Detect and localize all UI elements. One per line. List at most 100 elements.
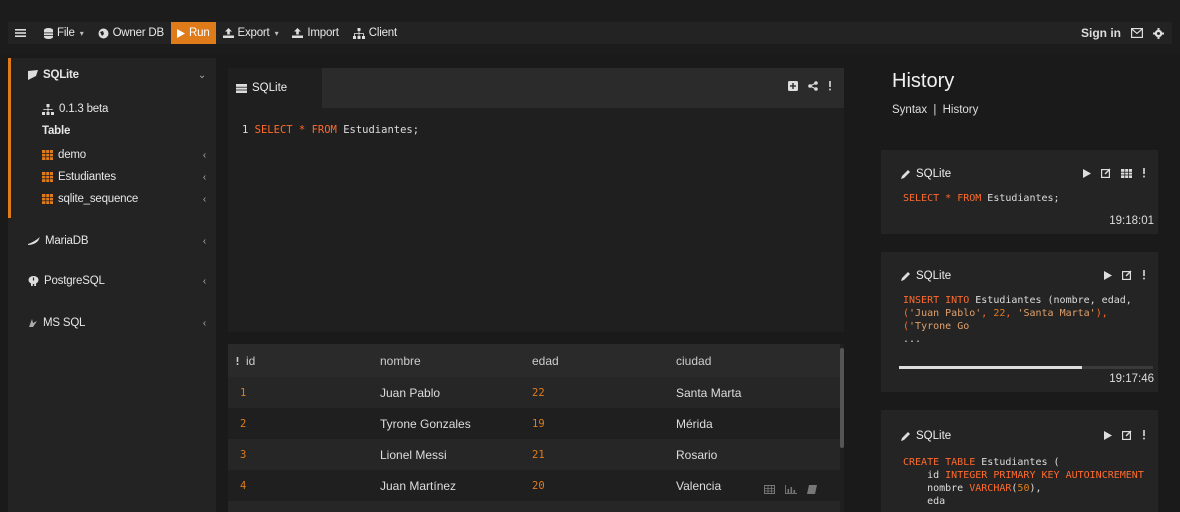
cell-id: 3 <box>240 448 247 461</box>
history-card-scrollbar[interactable] <box>899 366 1082 369</box>
cell-ciudad: Rosario <box>676 447 718 462</box>
table-row[interactable]: 4 Juan Martínez 20 Valencia <box>228 470 840 501</box>
chevron-left-icon: ‹ <box>202 275 206 287</box>
run-button[interactable]: Run <box>171 22 216 44</box>
book-view-icon[interactable] <box>807 485 817 494</box>
table-heading: Table <box>8 122 216 140</box>
cell-id: 1 <box>240 386 247 399</box>
sidebar-item-mssql[interactable]: MS SQL ‹ <box>8 314 216 332</box>
history-card[interactable]: SQLite SELECT * FROM Estudiantes; 19:18:… <box>881 150 1158 234</box>
history-card-code: INSERT INTO Estudiantes (nombre, edad, (… <box>903 295 1138 345</box>
sidebar-item-label: SQLite <box>43 69 79 81</box>
file-menu[interactable]: File ▾ <box>37 22 91 44</box>
table-icon <box>42 150 53 160</box>
tab-sqlite[interactable]: SQLite <box>228 68 322 108</box>
sidebar: SQLite ⌄ 0.1.3 beta Table demo ‹ Estudia… <box>8 58 216 512</box>
table-row[interactable]: 1 Juan Pablo 22 Santa Marta <box>228 377 840 408</box>
sidebar-item-label: sqlite_sequence <box>58 193 139 205</box>
add-tab-icon[interactable] <box>788 81 798 91</box>
more-vertical-icon[interactable] <box>828 81 832 91</box>
history-title: History <box>892 70 955 92</box>
share-icon[interactable] <box>808 81 818 91</box>
edit-icon[interactable] <box>1101 168 1111 178</box>
history-card-code: CREATE TABLE Estudiantes ( id INTEGER PR… <box>903 457 1144 507</box>
version-info: 0.1.3 beta <box>8 100 216 118</box>
cell-edad: 21 <box>532 448 545 461</box>
pencil-icon <box>901 432 910 441</box>
play-icon[interactable] <box>1104 270 1112 280</box>
sidebar-item-sqlite-sequence[interactable]: sqlite_sequence ‹ <box>8 190 216 208</box>
history-nav: Syntax | History <box>892 104 978 116</box>
table-row[interactable]: 3 Lionel Messi 21 Rosario <box>228 439 840 470</box>
owner-db-label: Owner DB <box>112 27 165 39</box>
cell-edad: 20 <box>532 479 545 492</box>
version-label: 0.1.3 beta <box>59 103 109 115</box>
chevron-down-icon: ⌄ <box>197 69 206 81</box>
syntax-link[interactable]: Syntax <box>892 104 927 116</box>
gear-icon[interactable] <box>1153 27 1164 39</box>
column-header-edad[interactable]: edad <box>532 344 559 377</box>
cell-nombre: Juan Martínez <box>380 478 457 493</box>
column-header-nombre[interactable]: nombre <box>380 344 421 377</box>
cell-ciudad: Valencia <box>676 478 722 493</box>
results-scrollbar[interactable] <box>840 348 844 448</box>
grid-icon[interactable] <box>1121 168 1132 178</box>
play-icon <box>177 28 186 38</box>
more-vertical-icon[interactable] <box>1142 168 1146 178</box>
top-bar: File ▾ Owner DB Run Export ▾ Import Clie… <box>0 0 1180 55</box>
table-row[interactable]: 2 Tyrone Gonzales 19 Mérida <box>228 408 840 439</box>
cell-nombre: Tyrone Gonzales <box>380 416 471 431</box>
database-icon <box>44 27 53 39</box>
sidebar-item-mariadb[interactable]: MariaDB ‹ <box>8 232 216 250</box>
client-button[interactable]: Client <box>346 22 404 44</box>
edit-icon[interactable] <box>1122 270 1132 280</box>
table-heading-label: Table <box>42 125 71 137</box>
select-star: * <box>298 124 306 136</box>
history-link[interactable]: History <box>943 104 979 116</box>
history-card[interactable]: SQLite CREATE TABLE Estudiantes ( id INT… <box>881 410 1158 512</box>
edit-icon[interactable] <box>1122 430 1132 440</box>
list-icon <box>236 83 247 93</box>
cell-edad: 19 <box>532 417 545 430</box>
chevron-left-icon: ‹ <box>202 193 206 205</box>
pencil-icon <box>901 170 910 179</box>
table-row[interactable] <box>228 501 840 512</box>
chevron-left-icon: ‹ <box>202 317 206 329</box>
export-menu[interactable]: Export ▾ <box>216 22 286 44</box>
menu-button[interactable] <box>8 22 37 44</box>
sidebar-item-label: Estudiantes <box>58 171 116 183</box>
sidebar-item-sqlite[interactable]: SQLite ⌄ <box>8 66 216 84</box>
owner-db-button[interactable]: Owner DB <box>91 22 171 44</box>
sidebar-item-demo[interactable]: demo ‹ <box>8 146 216 164</box>
code-line[interactable]: 1 SELECT * FROM Estudiantes; <box>242 124 419 136</box>
upload-icon <box>292 28 304 38</box>
run-label: Run <box>189 27 210 39</box>
keyword-from: FROM <box>311 124 337 136</box>
envelope-icon[interactable] <box>1131 28 1143 38</box>
history-card[interactable]: SQLite INSERT INTO Estudiantes (nombre, … <box>881 252 1158 392</box>
pencil-icon <box>901 272 910 281</box>
sidebar-item-estudiantes[interactable]: Estudiantes ‹ <box>8 168 216 186</box>
play-icon[interactable] <box>1083 168 1091 178</box>
sidebar-item-postgresql[interactable]: PostgreSQL ‹ <box>8 272 216 290</box>
column-header-ciudad[interactable]: ciudad <box>676 344 711 377</box>
play-icon[interactable] <box>1104 430 1112 440</box>
table-view-icon[interactable] <box>764 485 775 494</box>
history-panel: History Syntax | History SQLite SELECT *… <box>868 58 1180 512</box>
column-header-id[interactable]: id <box>246 344 255 377</box>
more-vertical-icon[interactable] <box>1142 270 1146 280</box>
upload-icon <box>222 28 234 38</box>
client-label: Client <box>368 27 397 39</box>
seal-icon <box>28 237 40 245</box>
globe-icon <box>98 28 109 38</box>
import-label: Import <box>307 27 339 39</box>
import-button[interactable]: Import <box>285 22 345 44</box>
cell-id: 4 <box>240 479 247 492</box>
chart-view-icon[interactable] <box>785 485 797 494</box>
more-vertical-icon[interactable] <box>1142 430 1146 440</box>
toolbar: File ▾ Owner DB Run Export ▾ Import Clie… <box>8 22 1172 44</box>
more-vertical-icon[interactable] <box>236 344 239 377</box>
sidebar-item-label: MariaDB <box>45 235 89 247</box>
file-label: File <box>57 27 75 39</box>
sign-in-link[interactable]: Sign in <box>1081 26 1121 40</box>
